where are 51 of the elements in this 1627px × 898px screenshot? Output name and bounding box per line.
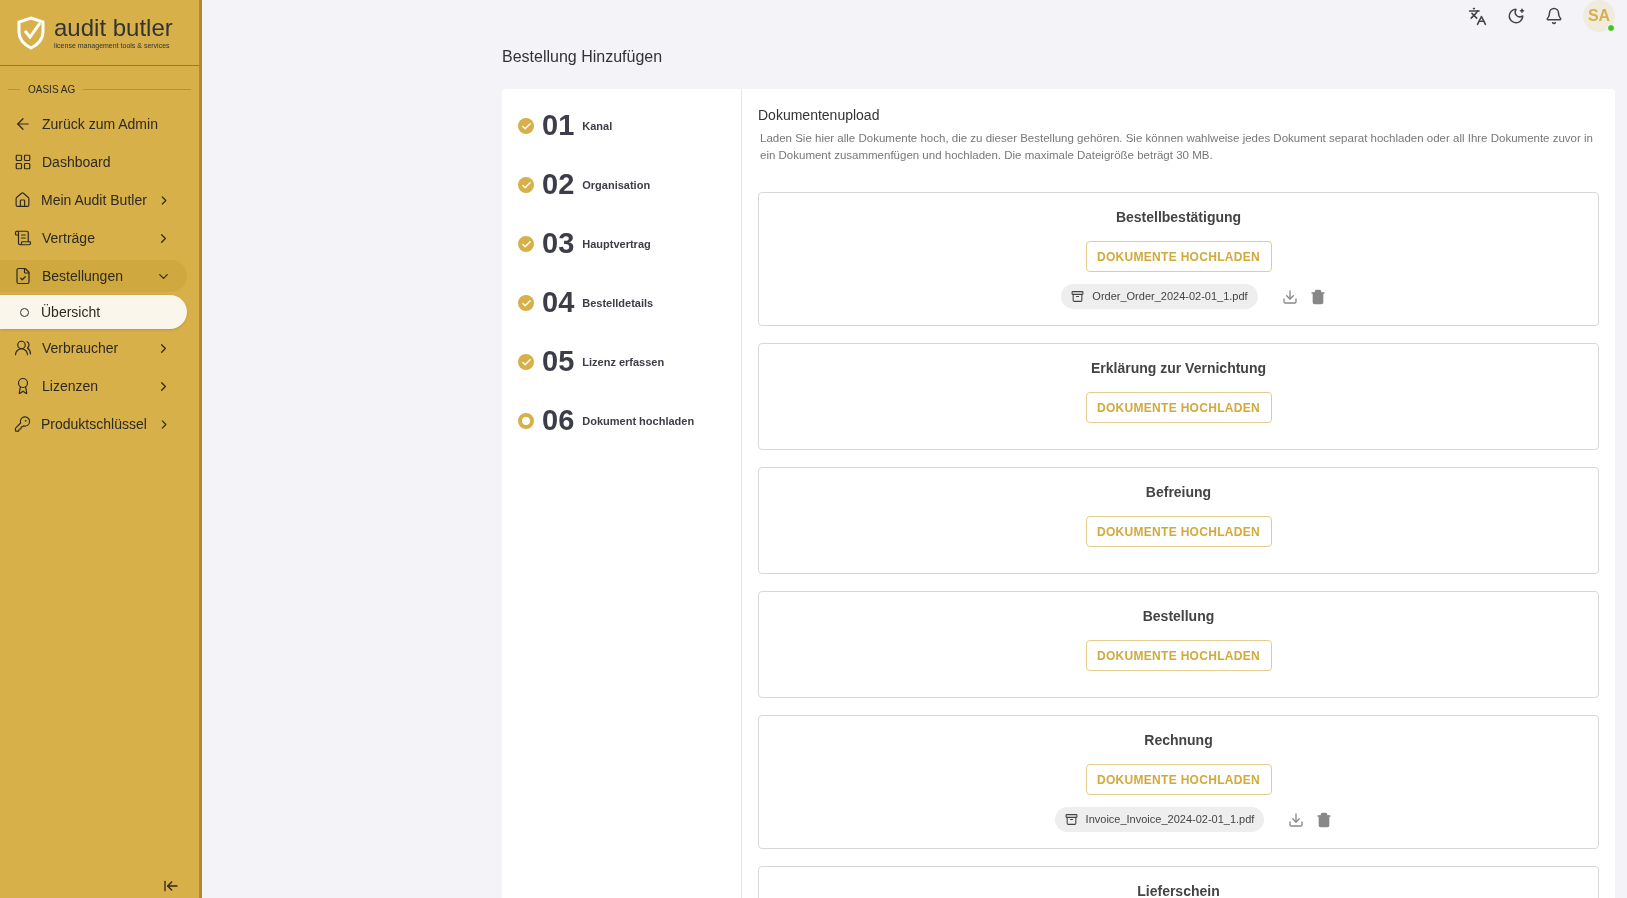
users-icon (14, 339, 32, 357)
step-number: 02 (542, 167, 575, 203)
step-number: 04 (542, 285, 575, 321)
step-number: 01 (542, 108, 575, 144)
bell-icon[interactable] (1545, 7, 1563, 25)
step-label: Kanal (582, 118, 613, 134)
sidebar-item[interactable]: Bestellungen (0, 260, 187, 292)
file-chip[interactable]: Order_Order_2024-02-01_1.pdf (1061, 284, 1258, 309)
document-type-title: Rechnung (1144, 731, 1213, 750)
sidebar-item[interactable]: Produktschlüssel (0, 408, 187, 440)
step-number: 06 (542, 403, 575, 439)
key-icon (14, 415, 31, 433)
document-type-title: Befreiung (1145, 483, 1212, 502)
collapse-sidebar-icon[interactable] (163, 878, 179, 894)
moon-icon[interactable] (1507, 7, 1525, 25)
document-check-icon (14, 267, 32, 285)
sidebar-item[interactable]: Zurück zum Admin (0, 108, 187, 140)
step-number: 05 (542, 344, 575, 380)
step-label: Organisation (582, 177, 651, 193)
document-type-title: Lieferschein (1137, 882, 1220, 898)
organization-label: OASIS AG (28, 83, 76, 97)
step-label: Bestelldetails (582, 295, 654, 311)
upload-description: Laden Sie hier alle Dokumente hoch, die zu dieser Bestellung gehören. Sie können wahlweise jedes Dokument separat hochladen oder all Ihre Dokumente zuvor in ein Dokument zusammenfügen und hochladen. Die maximale Dateigröße beträgt 30 MB. (759, 131, 1594, 163)
step-number: 03 (542, 226, 575, 262)
sidebar-item[interactable]: Mein Audit Butler (0, 184, 187, 216)
page-title: Bestellung Hinzufügen (502, 47, 664, 67)
step-label: Dokument hochladen (582, 413, 695, 429)
document-icon (14, 229, 32, 247)
step-label: Lizenz erfassen (582, 354, 665, 370)
sidebar-item[interactable]: Dashboard (0, 146, 187, 178)
house-icon (14, 191, 31, 209)
step-label: Hauptvertrag (582, 236, 651, 252)
trash-icon[interactable] (1309, 288, 1326, 305)
document-type-title: Bestellung (1142, 607, 1215, 626)
trash-icon[interactable] (1316, 811, 1333, 828)
translate-icon[interactable] (1468, 6, 1487, 26)
download-icon[interactable] (1288, 811, 1305, 828)
sidebar-item[interactable]: Lizenzen (0, 370, 187, 402)
sidebar-item[interactable]: Verträge (0, 222, 187, 254)
document-type-title: Bestellbestätigung (1115, 208, 1242, 227)
archive-icon (1064, 813, 1078, 826)
brand-name: audit butler (54, 16, 173, 40)
section-title: Dokumentenupload (758, 106, 881, 125)
shield-check-logo-icon (16, 15, 46, 50)
sidebar-subitem[interactable]: Übersicht (0, 295, 187, 329)
grid-icon (14, 153, 32, 171)
sidebar-item[interactable]: Verbraucher (0, 332, 187, 364)
file-chip[interactable]: Invoice_Invoice_2024-02-01_1.pdf (1054, 807, 1265, 832)
download-icon[interactable] (1281, 288, 1298, 305)
archive-icon (1071, 290, 1085, 303)
document-type-title: Erklärung zur Vernichtung (1091, 359, 1266, 378)
